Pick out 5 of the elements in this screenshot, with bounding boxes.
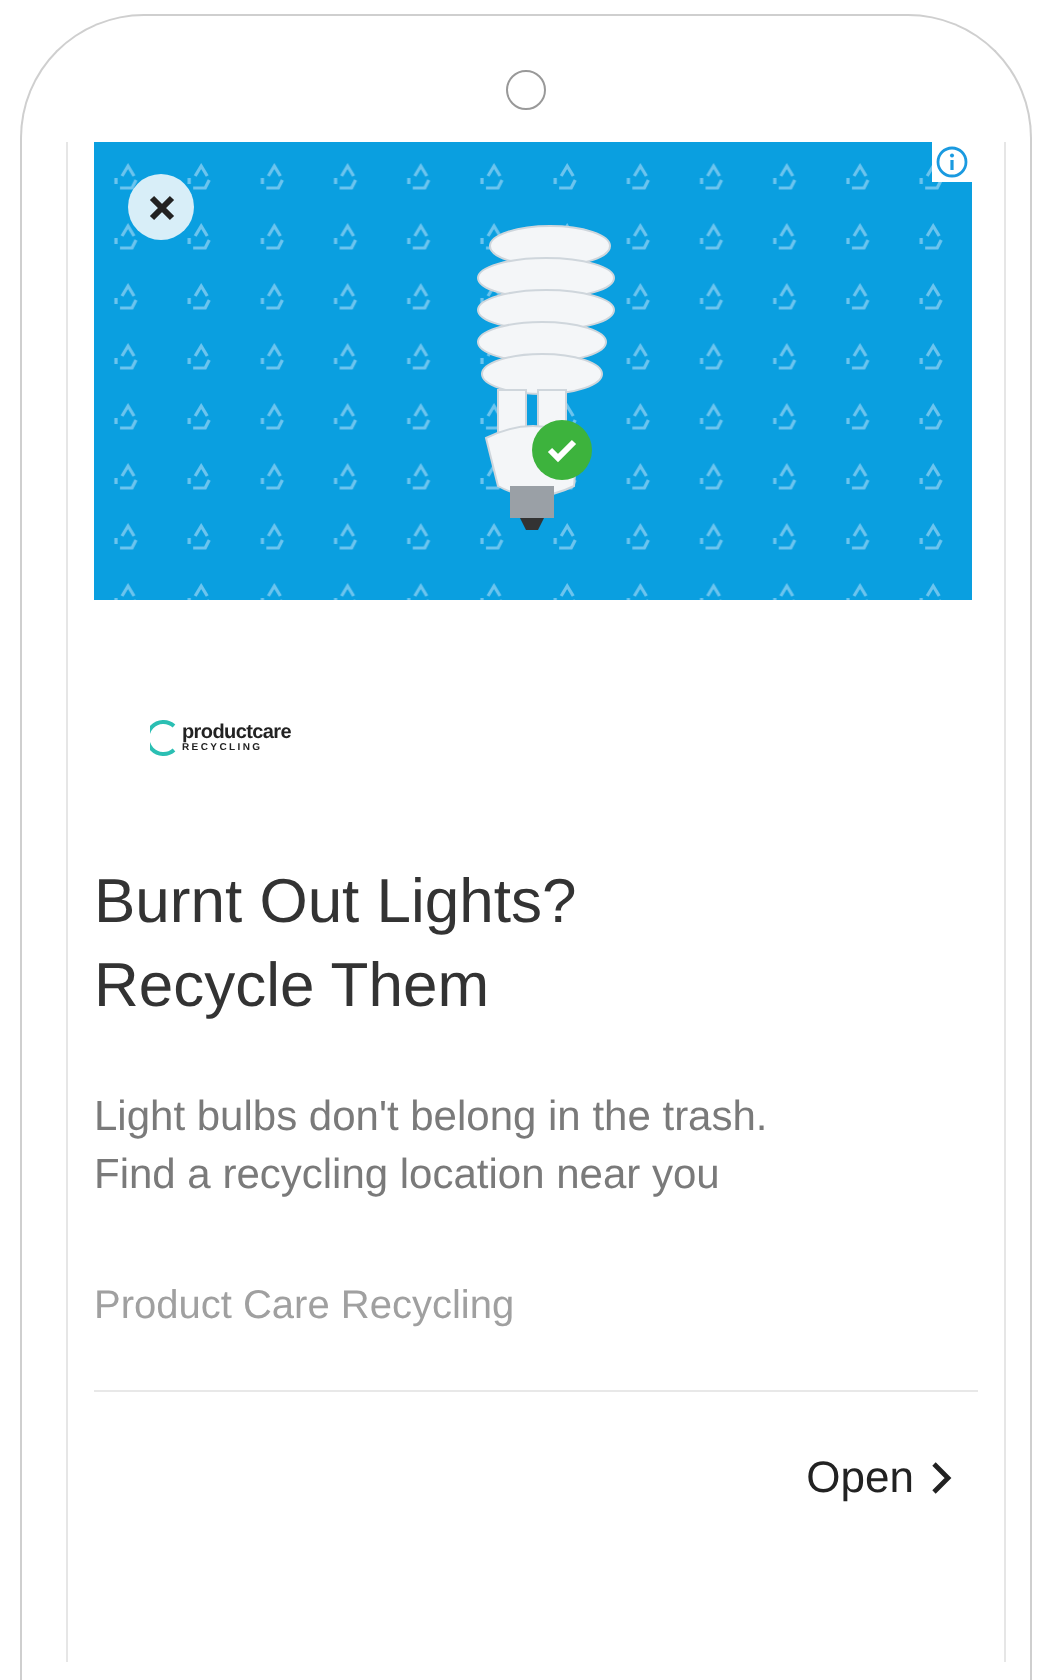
open-button[interactable]: Open: [806, 1452, 954, 1504]
advertiser-name: Product Care Recycling: [94, 1284, 517, 1330]
brand-name: productcare: [182, 723, 291, 743]
ad-headline: Burnt Out Lights? Recycle Them: [94, 864, 579, 1024]
ad-description: Light bulbs don't belong in the trash. Find a recycling location near you: [94, 1092, 770, 1202]
